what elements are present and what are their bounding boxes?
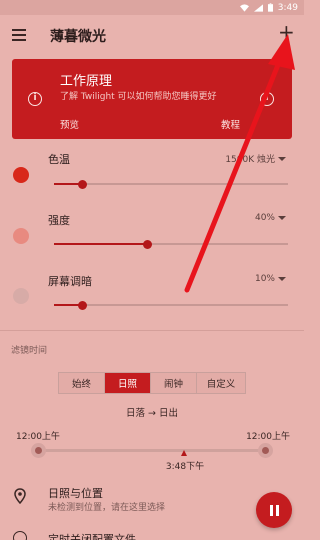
- intensity-label: 强度: [48, 214, 70, 227]
- filter-mode-tabs: 始终 日照 闹钟 自定义: [58, 372, 246, 394]
- screen-dim-label: 屏幕调暗: [48, 275, 92, 288]
- alarm-icon: [13, 531, 27, 540]
- end-time: 12:00上午: [246, 432, 290, 442]
- slider-fill: [54, 243, 148, 245]
- tutorial-button[interactable]: 教程: [221, 117, 240, 131]
- pause-button[interactable]: [256, 492, 292, 528]
- color-temperature-value: 1500K 烛光: [225, 155, 275, 165]
- tab-custom[interactable]: 自定义: [197, 373, 245, 393]
- alarm-title[interactable]: 定时关闭配置文件: [48, 531, 136, 540]
- wifi-icon: [239, 3, 249, 12]
- schedule-timeline[interactable]: [38, 449, 266, 452]
- chevron-down-icon: [278, 216, 286, 220]
- location-pin-icon: [14, 488, 26, 504]
- start-time: 12:00上午: [16, 432, 60, 442]
- current-time-marker: [180, 450, 187, 456]
- start-handle[interactable]: [31, 443, 46, 458]
- intensity-swatch: [13, 228, 29, 244]
- screen-dim-dropdown[interactable]: 10%: [255, 274, 286, 284]
- end-handle[interactable]: [258, 443, 273, 458]
- app-title: 薄暮微光: [50, 29, 106, 45]
- color-temperature-slider[interactable]: [54, 179, 288, 189]
- slider-thumb[interactable]: [77, 179, 87, 189]
- tab-alarm[interactable]: 闹钟: [151, 373, 197, 393]
- intensity-value: 40%: [254, 213, 275, 223]
- screen-dim-value: 10%: [254, 274, 275, 284]
- info-icon-right: i: [260, 92, 274, 106]
- how-it-works-card: i 工作原理 了解 Twilight 可以如何帮助您睡得更好 i 预览 教程: [12, 59, 292, 139]
- app-bar: 薄暮微光 +: [0, 15, 304, 57]
- section-divider: [0, 330, 304, 331]
- filter-time-heading: 滤镜时间: [11, 346, 48, 356]
- screen-dim-swatch: [13, 288, 29, 304]
- status-bar: 3:49: [0, 0, 304, 15]
- location-title[interactable]: 日照与位置: [48, 485, 103, 501]
- info-icon: i: [28, 92, 42, 106]
- chevron-down-icon: [278, 277, 286, 281]
- slider-thumb[interactable]: [143, 239, 153, 249]
- sunset-sunrise-text: 日落 → 日出: [126, 408, 178, 419]
- battery-icon: [267, 3, 273, 12]
- pause-icon-bar: [275, 504, 279, 516]
- intensity-slider[interactable]: [54, 239, 288, 249]
- card-subtitle: 了解 Twilight 可以如何帮助您睡得更好: [60, 92, 217, 102]
- color-temperature-swatch: [13, 167, 29, 183]
- color-temperature-dropdown[interactable]: 1500K 烛光: [225, 152, 286, 165]
- location-subtitle: 未检测到位置，请在这里选择: [48, 503, 166, 513]
- screen-dim-slider[interactable]: [54, 300, 288, 310]
- pause-icon: [269, 504, 273, 516]
- menu-icon[interactable]: [12, 29, 26, 41]
- card-title: 工作原理: [60, 74, 113, 89]
- color-temperature-label: 色温: [48, 153, 70, 166]
- add-button[interactable]: +: [278, 22, 295, 42]
- signal-icon: [253, 3, 263, 12]
- slider-thumb[interactable]: [77, 300, 87, 310]
- preview-button[interactable]: 预览: [60, 117, 79, 131]
- chevron-down-icon: [278, 156, 286, 161]
- tab-sun[interactable]: 日照: [105, 373, 151, 393]
- current-time-label: 3:48下午: [165, 462, 205, 472]
- intensity-dropdown[interactable]: 40%: [255, 213, 286, 223]
- tab-always[interactable]: 始终: [59, 373, 105, 393]
- status-time: 3:49: [277, 2, 298, 13]
